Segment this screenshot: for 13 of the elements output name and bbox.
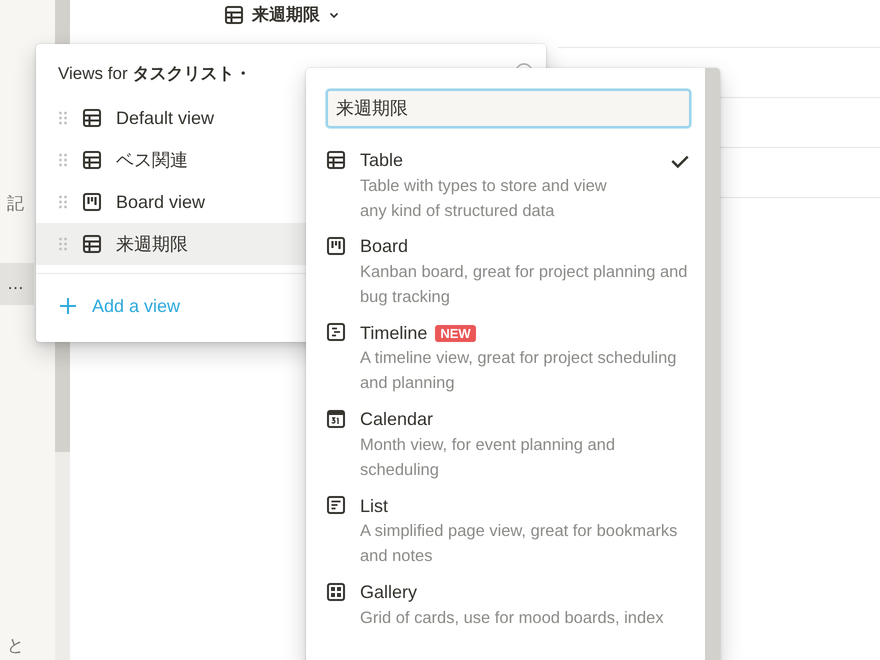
option-label: Board	[360, 236, 408, 258]
option-label: Gallery	[360, 582, 418, 604]
option-description: A simplified page view, great for bookmarks and notes	[360, 521, 678, 568]
new-badge: NEW	[435, 324, 476, 342]
option-description: Grid of cards, use for mood boards, index	[360, 608, 665, 629]
option-label: List	[360, 496, 388, 517]
option-description: A timeline view, great for project scheduling and planning	[360, 348, 678, 394]
panel-title: Views for タスクリスト・	[57, 63, 252, 85]
option-label: Table	[360, 150, 404, 172]
option-description: Month view, for event planning and scheduling	[360, 434, 616, 481]
option-label: Calendar	[360, 409, 434, 430]
option-label: Timeline	[360, 322, 428, 344]
option-description: Table with types to store and view any kind of structured data	[360, 176, 608, 222]
